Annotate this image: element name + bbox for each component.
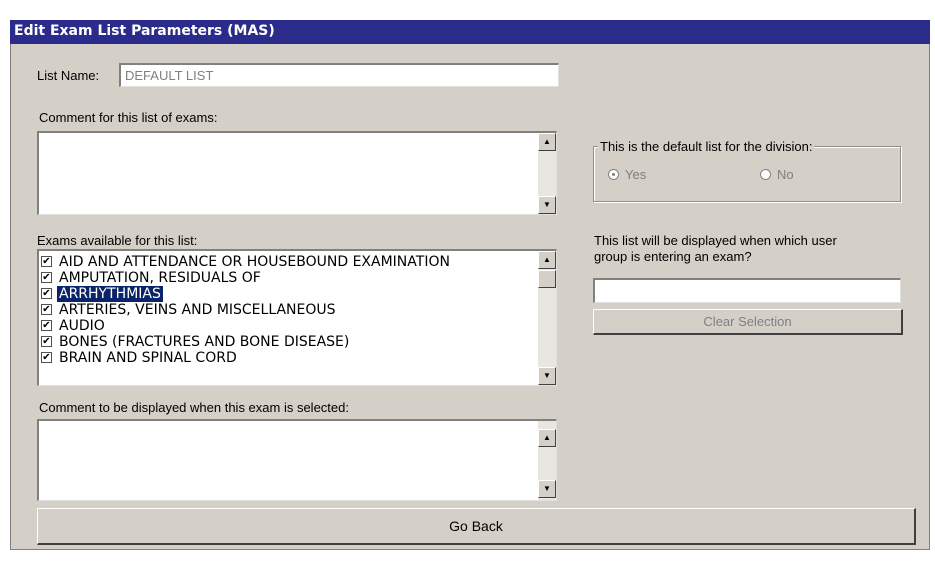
clear-selection-button[interactable]: Clear Selection	[593, 309, 903, 335]
list-name-value: DEFAULT LIST	[125, 68, 214, 83]
scroll-down-icon[interactable]: ▼	[538, 196, 556, 214]
comment-label: Comment for this list of exams:	[39, 110, 218, 125]
exams-scrollbar[interactable]: ▲ ▼	[538, 251, 556, 385]
exam-list-item[interactable]: ✔ AMPUTATION, RESIDUALS OF	[41, 270, 541, 286]
exam-list-item[interactable]: ✔ ARTERIES, VEINS AND MISCELLANEOUS	[41, 302, 541, 318]
exam-list-item[interactable]: ✔ AID AND ATTENDANCE OR HOUSEBOUND EXAMIN…	[41, 254, 541, 270]
exam-label: BONES (FRACTURES AND BONE DISEASE)	[59, 334, 350, 350]
scroll-up-icon[interactable]: ▲	[538, 429, 556, 447]
checkbox-icon[interactable]: ✔	[41, 319, 52, 331]
exam-comment-textarea[interactable]: ▲ ▼	[37, 419, 557, 501]
checkbox-icon[interactable]: ✔	[41, 303, 52, 315]
checkbox-icon[interactable]: ✔	[41, 351, 52, 363]
radio-yes[interactable]: Yes	[608, 167, 646, 182]
exam-label: ARRHYTHMIAS	[57, 286, 163, 302]
exam-label: BRAIN AND SPINAL CORD	[59, 350, 237, 366]
user-group-label-1: This list will be displayed when which u…	[594, 233, 837, 248]
exam-label: AID AND ATTENDANCE OR HOUSEBOUND EXAMINA…	[59, 254, 450, 270]
exam-label: AMPUTATION, RESIDUALS OF	[59, 270, 261, 286]
exam-label: AUDIO	[59, 318, 105, 334]
radio-no-label: No	[777, 167, 794, 182]
radio-yes-icon	[608, 169, 619, 181]
radio-no[interactable]: No	[760, 167, 794, 182]
exams-label: Exams available for this list:	[37, 233, 198, 248]
comment-scrollbar[interactable]: ▲ ▼	[538, 133, 556, 214]
checkbox-icon[interactable]: ✔	[41, 271, 52, 283]
scroll-down-icon[interactable]: ▼	[538, 480, 556, 498]
title-bar: Edit Exam List Parameters (MAS)	[10, 20, 930, 44]
exam-list-item[interactable]: ✔ BONES (FRACTURES AND BONE DISEASE)	[41, 334, 541, 350]
scroll-up-icon[interactable]: ▲	[538, 251, 556, 269]
exam-comment-scrollbar[interactable]: ▲ ▼	[538, 421, 556, 500]
user-group-label-2: group is entering an exam?	[594, 249, 752, 264]
window-title: Edit Exam List Parameters (MAS)	[14, 23, 275, 39]
checkbox-icon[interactable]: ✔	[41, 335, 52, 347]
checkbox-icon[interactable]: ✔	[41, 255, 52, 267]
checkbox-icon[interactable]: ✔	[41, 287, 52, 299]
user-group-field[interactable]	[593, 278, 901, 303]
exams-listbox[interactable]: ✔ AID AND ATTENDANCE OR HOUSEBOUND EXAMIN…	[37, 249, 557, 386]
list-name-label: List Name:	[37, 68, 100, 83]
go-back-button[interactable]: Go Back	[37, 508, 916, 545]
exam-label: ARTERIES, VEINS AND MISCELLANEOUS	[59, 302, 336, 318]
radio-no-icon	[760, 169, 771, 181]
list-name-field[interactable]: DEFAULT LIST	[119, 63, 559, 87]
default-list-legend: This is the default list for the divisio…	[598, 139, 815, 154]
scroll-up-icon[interactable]: ▲	[538, 133, 556, 151]
exam-comment-label: Comment to be displayed when this exam i…	[39, 400, 349, 415]
radio-yes-label: Yes	[625, 167, 647, 182]
exam-list-item[interactable]: ✔ AUDIO	[41, 318, 541, 334]
comment-textarea[interactable]: ▲ ▼	[37, 131, 557, 215]
scroll-down-icon[interactable]: ▼	[538, 367, 556, 385]
exams-scroll-thumb[interactable]	[538, 270, 556, 288]
exam-list-item[interactable]: ✔ BRAIN AND SPINAL CORD	[41, 350, 541, 366]
exam-list-item[interactable]: ✔ ARRHYTHMIAS	[41, 286, 541, 302]
